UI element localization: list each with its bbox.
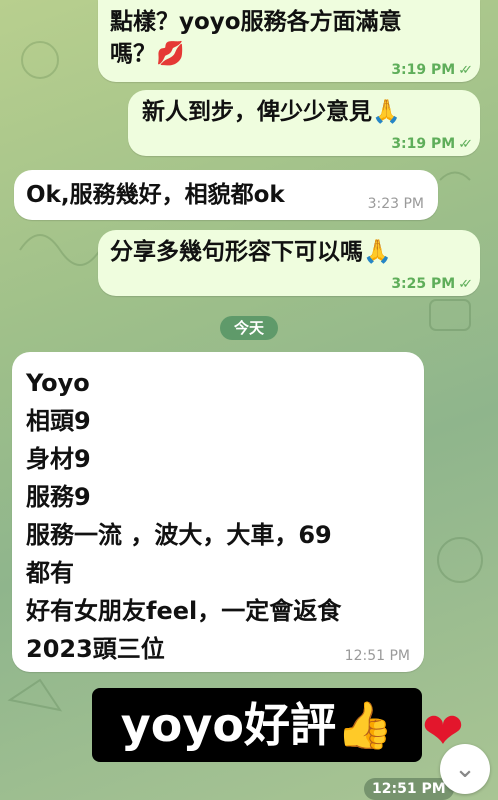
review-line: 服務9 — [26, 483, 91, 511]
sticker-timestamp: 12:51 PM — [364, 778, 454, 800]
timestamp: 3:19 PM — [391, 136, 456, 152]
day-separator: 今天 — [220, 316, 278, 340]
review-line: Yoyo — [26, 369, 90, 397]
chevron-down-icon: ⌄ — [454, 754, 476, 784]
timestamp: 3:25 PM — [391, 276, 456, 292]
incoming-review-message[interactable]: Yoyo 相頭9 身材9 服務9 服務一流 ，波大，大車，69 都有 好有女朋友… — [12, 352, 424, 672]
message-line: Ok,服務幾好，相貌都ok — [26, 182, 285, 208]
review-line: 都有 — [26, 559, 74, 587]
timestamp: 3:23 PM — [367, 196, 424, 212]
double-check-icon: ✓✓ — [458, 276, 473, 292]
message-meta: 3:19 PM ✓✓ — [391, 136, 473, 152]
message-line: 分享多幾句形容下可以嗎🙏 — [110, 239, 392, 265]
timestamp: 12:51 PM — [344, 648, 410, 664]
review-line: 服務一流 ，波大，大車，69 — [26, 521, 332, 549]
incoming-message-1[interactable]: Ok,服務幾好，相貌都ok 3:23 PM — [14, 170, 438, 220]
review-sticker[interactable]: yoyo好評👍 — [92, 688, 422, 762]
message-line: 新人到步，俾少少意見🙏 — [142, 99, 401, 125]
timestamp: 3:19 PM — [391, 62, 456, 78]
double-check-icon: ✓✓ — [458, 62, 473, 78]
review-line: 好有女朋友feel，一定會返食 — [26, 597, 342, 625]
review-line: 相頭9 — [26, 407, 91, 435]
message-meta: 3:23 PM — [368, 196, 424, 212]
review-line: 2023頭三位 — [26, 635, 165, 663]
review-line: 身材9 — [26, 445, 91, 473]
message-meta: 3:19 PM ✓✓ — [391, 62, 473, 78]
message-meta: 12:51 PM — [345, 648, 410, 664]
outgoing-message-3[interactable]: 分享多幾句形容下可以嗎🙏 3:25 PM ✓✓ — [98, 230, 480, 296]
message-meta: 3:25 PM ✓✓ — [391, 276, 473, 292]
double-check-icon: ✓✓ — [458, 136, 473, 152]
message-line: 嗎？💋 — [110, 41, 185, 67]
outgoing-message-2[interactable]: 新人到步，俾少少意見🙏 3:19 PM ✓✓ — [128, 90, 480, 156]
outgoing-message-1[interactable]: 點樣？yoyo服務各方面滿意 嗎？💋 3:19 PM ✓✓ — [98, 0, 480, 82]
scroll-down-button[interactable]: ⌄ — [440, 744, 490, 794]
message-line: 點樣？yoyo服務各方面滿意 — [110, 9, 402, 35]
